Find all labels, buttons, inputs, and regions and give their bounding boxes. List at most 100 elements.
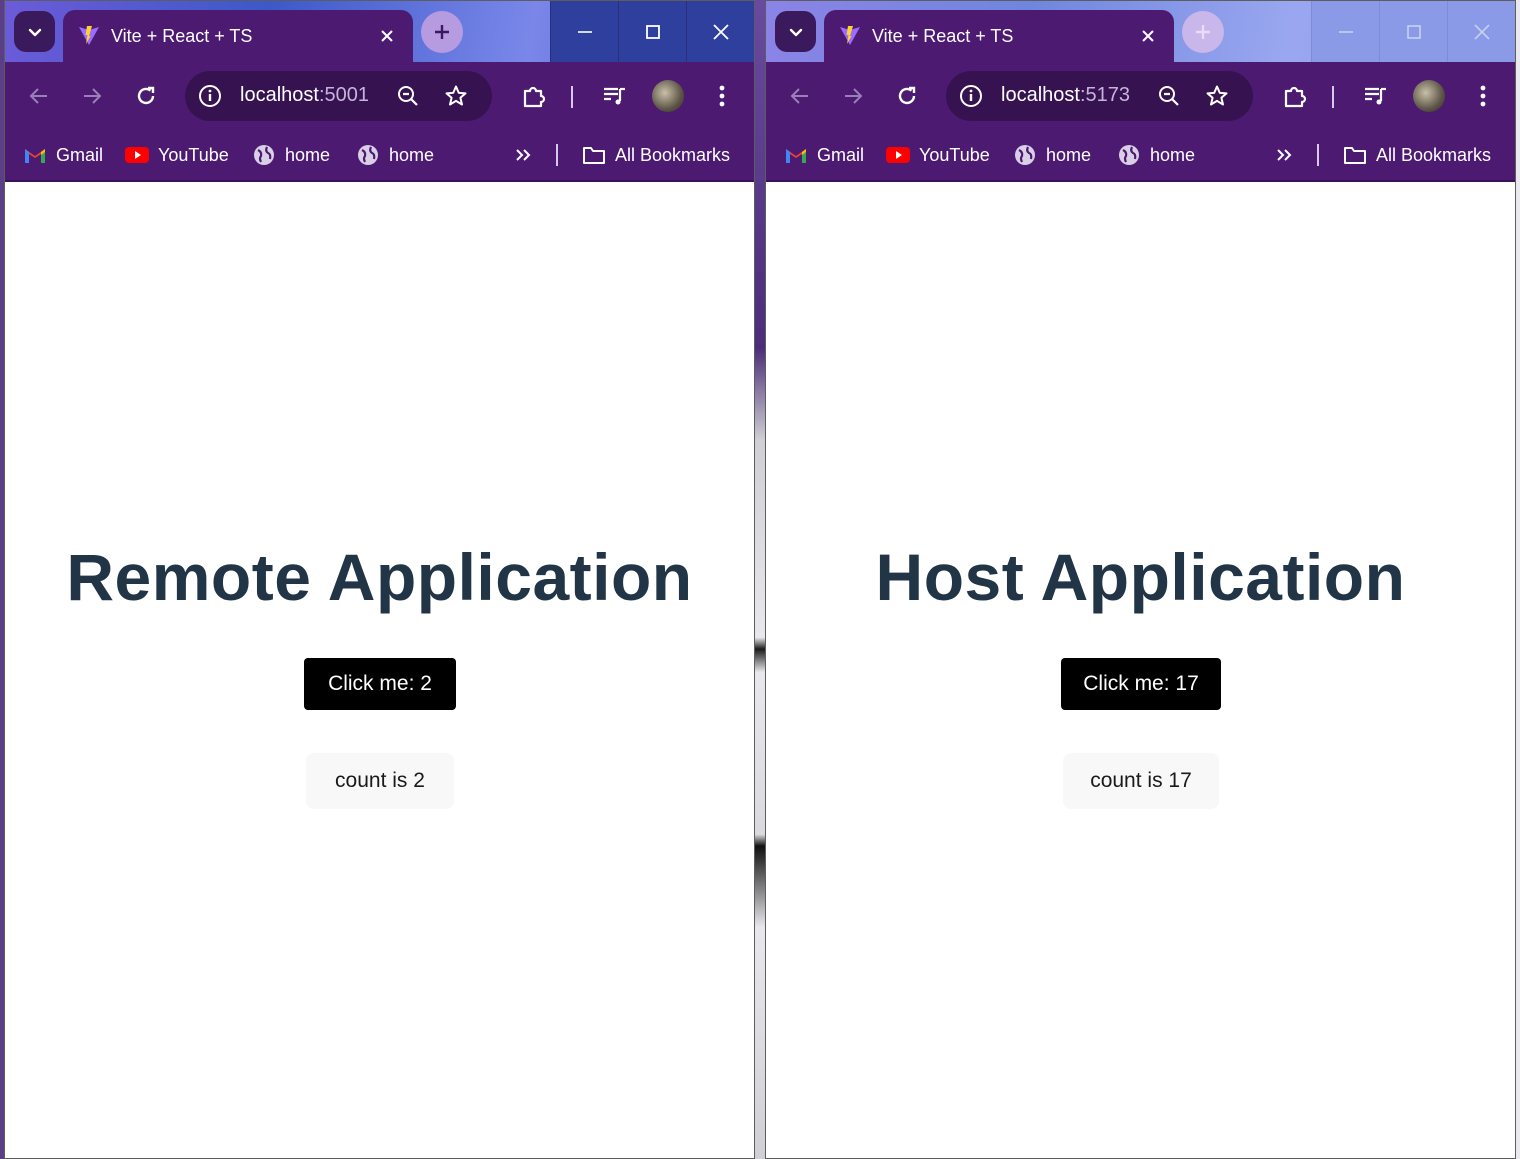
bookmark-label: home	[1046, 144, 1092, 165]
info-icon[interactable]	[958, 83, 984, 109]
plus-icon	[435, 25, 449, 39]
close-window-button[interactable]	[1447, 1, 1515, 62]
avatar[interactable]	[1413, 80, 1445, 112]
all-bookmarks-label: All Bookmarks	[1376, 144, 1492, 165]
star-icon[interactable]	[443, 83, 469, 109]
bookmark-gmail[interactable]: Gmail	[23, 141, 103, 169]
browser-window-host: Vite + React + TS localhost:5173 Gmail Y…	[765, 0, 1516, 1159]
browser-tab[interactable]: Vite + React + TS	[63, 10, 413, 62]
more-bookmarks-button[interactable]	[512, 144, 534, 166]
maximize-button[interactable]	[618, 1, 686, 62]
count-button[interactable]: count is 2	[306, 753, 454, 809]
menu-icon[interactable]	[708, 82, 736, 110]
close-icon	[381, 30, 393, 42]
click-me-button[interactable]: Click me: 17	[1061, 658, 1221, 710]
bookmark-label: Gmail	[56, 144, 104, 165]
globe-icon	[356, 143, 380, 167]
maximize-icon	[1406, 24, 1421, 39]
bookmark-home-1[interactable]: home	[252, 141, 330, 169]
globe-icon	[252, 143, 276, 167]
plus-icon	[1196, 25, 1210, 39]
tab-search-button[interactable]	[775, 11, 816, 52]
tab-strip: Vite + React + TS	[766, 1, 1515, 62]
close-icon	[1142, 30, 1154, 42]
tab-search-button[interactable]	[14, 11, 55, 52]
bookmark-label: home	[389, 144, 435, 165]
page-content: Host Application Click me: 17 count is 1…	[766, 183, 1515, 1158]
bookmark-home-2[interactable]: home	[1117, 141, 1195, 169]
back-button[interactable]	[25, 82, 53, 110]
address-bar[interactable]: localhost:5173	[946, 71, 1253, 121]
media-icon[interactable]	[600, 82, 628, 110]
zoom-icon[interactable]	[1156, 83, 1182, 109]
page-title: Host Application	[875, 540, 1406, 614]
chevron-down-icon	[789, 28, 802, 36]
globe-icon	[1013, 143, 1037, 167]
reload-icon	[137, 86, 155, 105]
bookmark-label: YouTube	[919, 144, 990, 165]
url-host: localhost	[1001, 84, 1080, 106]
youtube-icon	[125, 143, 149, 167]
reload-icon	[898, 86, 916, 105]
zoom-icon[interactable]	[395, 83, 421, 109]
window-controls	[1311, 1, 1515, 62]
new-tab-button[interactable]	[421, 11, 463, 53]
media-icon[interactable]	[1361, 82, 1389, 110]
toolbar: localhost:5173	[766, 62, 1515, 129]
close-window-button[interactable]	[686, 1, 754, 62]
url-port: :5173	[1079, 84, 1130, 106]
bookmark-label: home	[1150, 144, 1196, 165]
forward-icon	[84, 88, 102, 104]
count-button[interactable]: count is 17	[1063, 753, 1219, 809]
url-host: localhost	[240, 84, 319, 106]
bookmarks-bar: Gmail YouTube home home All Bookmarks	[766, 129, 1515, 182]
chevron-double-right-icon	[1277, 149, 1292, 161]
info-icon[interactable]	[197, 83, 223, 109]
all-bookmarks-label: All Bookmarks	[615, 144, 731, 165]
avatar[interactable]	[652, 80, 684, 112]
forward-button[interactable]	[839, 82, 867, 110]
toolbar-divider	[571, 86, 573, 108]
all-bookmarks[interactable]: All Bookmarks	[1343, 141, 1491, 169]
url-text: localhost:5173	[1001, 84, 1130, 107]
more-bookmarks-button[interactable]	[1273, 144, 1295, 166]
bookmark-home-2[interactable]: home	[356, 141, 434, 169]
forward-button[interactable]	[78, 82, 106, 110]
bookmarks-divider	[1317, 144, 1319, 166]
bookmarks-bar: Gmail YouTube home home All Bookmarks	[5, 129, 754, 182]
maximize-icon	[645, 24, 660, 39]
reload-button[interactable]	[893, 82, 921, 110]
maximize-button[interactable]	[1379, 1, 1447, 62]
gmail-icon	[23, 143, 47, 167]
vite-favicon-icon	[77, 24, 101, 48]
back-icon	[790, 88, 808, 104]
desktop-background	[754, 0, 765, 1159]
menu-icon[interactable]	[1469, 82, 1497, 110]
url-text: localhost:5001	[240, 84, 369, 107]
bookmark-label: Gmail	[817, 144, 865, 165]
all-bookmarks[interactable]: All Bookmarks	[582, 141, 730, 169]
extensions-icon[interactable]	[520, 82, 548, 110]
bookmark-gmail[interactable]: Gmail	[784, 141, 864, 169]
gmail-icon	[784, 143, 808, 167]
tab-close-button[interactable]	[1136, 24, 1160, 48]
browser-tab[interactable]: Vite + React + TS	[824, 10, 1174, 62]
reload-button[interactable]	[132, 82, 160, 110]
new-tab-button[interactable]	[1182, 11, 1224, 53]
address-bar[interactable]: localhost:5001	[185, 71, 492, 121]
minimize-icon	[1338, 30, 1353, 33]
back-button[interactable]	[786, 82, 814, 110]
bookmark-youtube[interactable]: YouTube	[125, 141, 229, 169]
page-title: Remote Application	[66, 540, 693, 614]
click-me-button[interactable]: Click me: 2	[304, 658, 456, 710]
extensions-icon[interactable]	[1281, 82, 1309, 110]
bookmark-youtube[interactable]: YouTube	[886, 141, 990, 169]
tab-close-button[interactable]	[375, 24, 399, 48]
star-icon[interactable]	[1204, 83, 1230, 109]
minimize-button[interactable]	[1311, 1, 1379, 62]
minimize-icon	[577, 30, 592, 33]
bookmark-home-1[interactable]: home	[1013, 141, 1091, 169]
minimize-button[interactable]	[550, 1, 618, 62]
youtube-icon	[886, 143, 910, 167]
back-icon	[29, 88, 47, 104]
